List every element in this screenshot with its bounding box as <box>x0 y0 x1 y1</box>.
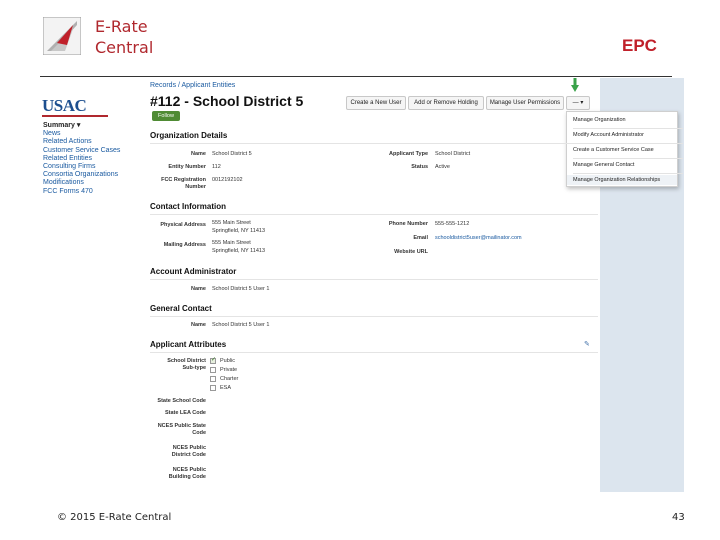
nces-state-code-label-line-1: NCES Public State <box>157 423 206 429</box>
applicant-attributes-heading: Applicant Attributes <box>150 340 227 349</box>
usac-logo-text: USAC <box>42 96 87 115</box>
entity-number-label: Entity Number <box>168 164 206 170</box>
subtype-charter-checkbox[interactable] <box>210 376 216 382</box>
menu-divider <box>573 173 683 174</box>
section-divider <box>150 143 598 144</box>
mailing-address-label: Mailing Address <box>163 242 206 248</box>
section-divider <box>150 352 598 353</box>
nav-item-related-actions[interactable]: Related Actions <box>43 138 139 146</box>
org-details-heading: Organization Details <box>150 131 228 140</box>
org-name-value: School District 5 <box>212 151 252 157</box>
menu-item-create-customer-service-case[interactable]: Create a Customer Service Case <box>573 147 654 153</box>
section-divider <box>150 316 598 317</box>
nav-item-consulting-firms[interactable]: Consulting Firms <box>43 163 139 171</box>
nav-item-news[interactable]: News <box>43 130 139 138</box>
fcc-registration-label: FCC Registration Number <box>161 177 206 190</box>
actions-dropdown-menu: Manage Organization Modify Account Admin… <box>566 111 683 187</box>
page-title: #112 - School District 5 <box>150 93 304 109</box>
subtype-private-label: Private <box>220 367 238 373</box>
erate-central-logo-icon <box>43 17 81 55</box>
state-school-code-label: State School Code <box>157 398 206 404</box>
menu-item-manage-organization[interactable]: Manage Organization <box>573 117 626 123</box>
email-label: Email <box>413 235 428 241</box>
nav-item-modifications[interactable]: Modifications <box>43 179 139 187</box>
menu-item-manage-organization-relationships[interactable]: Manage Organization Relationships <box>567 175 677 185</box>
applicant-type-label: Applicant Type <box>388 151 428 157</box>
status-value: Active <box>435 164 450 170</box>
slide-tag: EPC <box>622 36 657 55</box>
nav-item-summary[interactable]: Summary ▾ <box>43 122 139 130</box>
create-new-user-button[interactable]: Create a New User <box>346 96 406 110</box>
general-contact-heading: General Contact <box>150 304 212 313</box>
breadcrumb[interactable]: Records / Applicant Entities <box>150 82 235 89</box>
add-remove-holding-button[interactable]: Add or Remove Holding <box>408 96 484 110</box>
general-contact-name-label: Name <box>191 322 206 328</box>
physical-address-label: Physical Address <box>160 222 206 228</box>
state-lea-code-label: State LEA Code <box>164 410 206 416</box>
subtype-esa-checkbox[interactable] <box>210 385 216 391</box>
menu-item-modify-account-administrator[interactable]: Modify Account Administrator <box>573 132 644 138</box>
green-arrow-down-icon <box>571 78 579 92</box>
section-divider <box>150 214 598 215</box>
nav-item-customer-service-cases[interactable]: Customer Service Cases <box>43 147 139 155</box>
follow-button[interactable]: Follow <box>152 111 180 121</box>
more-actions-button[interactable]: — ▾ <box>566 96 590 110</box>
menu-divider <box>573 158 683 159</box>
section-divider <box>150 279 598 280</box>
phone-number-value: 555-555-1212 <box>435 221 470 227</box>
general-contact-name-value[interactable]: School District 5 User 1 <box>212 322 269 329</box>
admin-name-label: Name <box>191 286 206 292</box>
physical-address-line-2: Springfield, NY 11413 <box>212 228 265 234</box>
brand-line-1: E-Rate <box>95 17 148 36</box>
left-nav: Summary ▾ News Related Actions Customer … <box>43 122 139 196</box>
nav-item-fcc-forms-470[interactable]: FCC Forms 470 <box>43 188 139 196</box>
subtype-label-line-2: Sub-type <box>182 365 206 371</box>
email-link[interactable]: schooldistrict5user@mailinator.com <box>435 235 522 242</box>
mailing-address-line-2: Springfield, NY 11413 <box>212 248 265 254</box>
manage-user-permissions-button[interactable]: Manage User Permissions <box>486 96 564 110</box>
nces-state-code-label-line-2: Code <box>192 430 206 436</box>
org-name-label: Name <box>191 151 206 157</box>
subtype-charter-label: Charter <box>220 376 239 382</box>
subtype-private-checkbox[interactable] <box>210 367 216 373</box>
nces-building-code-label-line-1: NCES Public <box>172 467 206 473</box>
subtype-label-line-1: School District <box>167 358 206 364</box>
brand-line-2: Central <box>95 38 154 57</box>
applicant-type-value: School District <box>435 151 471 157</box>
admin-name-value[interactable]: School District 5 User 1 <box>212 286 269 293</box>
entity-number-value: 112 <box>212 164 221 170</box>
edit-icon[interactable]: ✎ <box>584 340 590 348</box>
menu-item-manage-general-contact[interactable]: Manage General Contact <box>573 162 634 168</box>
epc-screenshot: USAC Summary ▾ News Related Actions Cust… <box>40 78 684 492</box>
nces-building-code-label-line-2: Building Code <box>168 474 206 480</box>
nces-district-code-label-line-2: District Code <box>171 452 206 458</box>
mailing-address-line-1: 555 Main Street <box>212 240 251 246</box>
usac-swoosh-icon <box>42 115 108 117</box>
page-number: 43 <box>672 512 685 523</box>
header-divider <box>40 76 672 77</box>
nces-district-code-label-line-1: NCES Public <box>172 445 206 451</box>
brand-name: E-Rate Central <box>95 16 153 58</box>
account-admin-heading: Account Administrator <box>150 267 237 276</box>
subtype-public-checkbox[interactable]: ✓ <box>210 357 217 364</box>
status-label: Status <box>411 164 428 170</box>
subtype-esa-label: ESA <box>220 385 232 391</box>
physical-address-line-1: 555 Main Street <box>212 220 251 226</box>
website-url-label: Website URL <box>394 249 428 255</box>
subtype-public-label: Public <box>220 358 235 364</box>
usac-logo: USAC <box>42 96 110 118</box>
contact-info-heading: Contact Information <box>150 202 226 211</box>
footer-copyright: © 2015 E-Rate Central <box>57 512 172 523</box>
menu-divider <box>573 128 683 129</box>
phone-number-label: Phone Number <box>388 221 428 227</box>
nav-item-related-entities[interactable]: Related Entities <box>43 155 139 163</box>
checkmark-icon: ✓ <box>211 357 217 363</box>
nav-item-consortia-organizations[interactable]: Consortia Organizations <box>43 171 139 179</box>
fcc-registration-value: 0012192102 <box>212 177 243 183</box>
